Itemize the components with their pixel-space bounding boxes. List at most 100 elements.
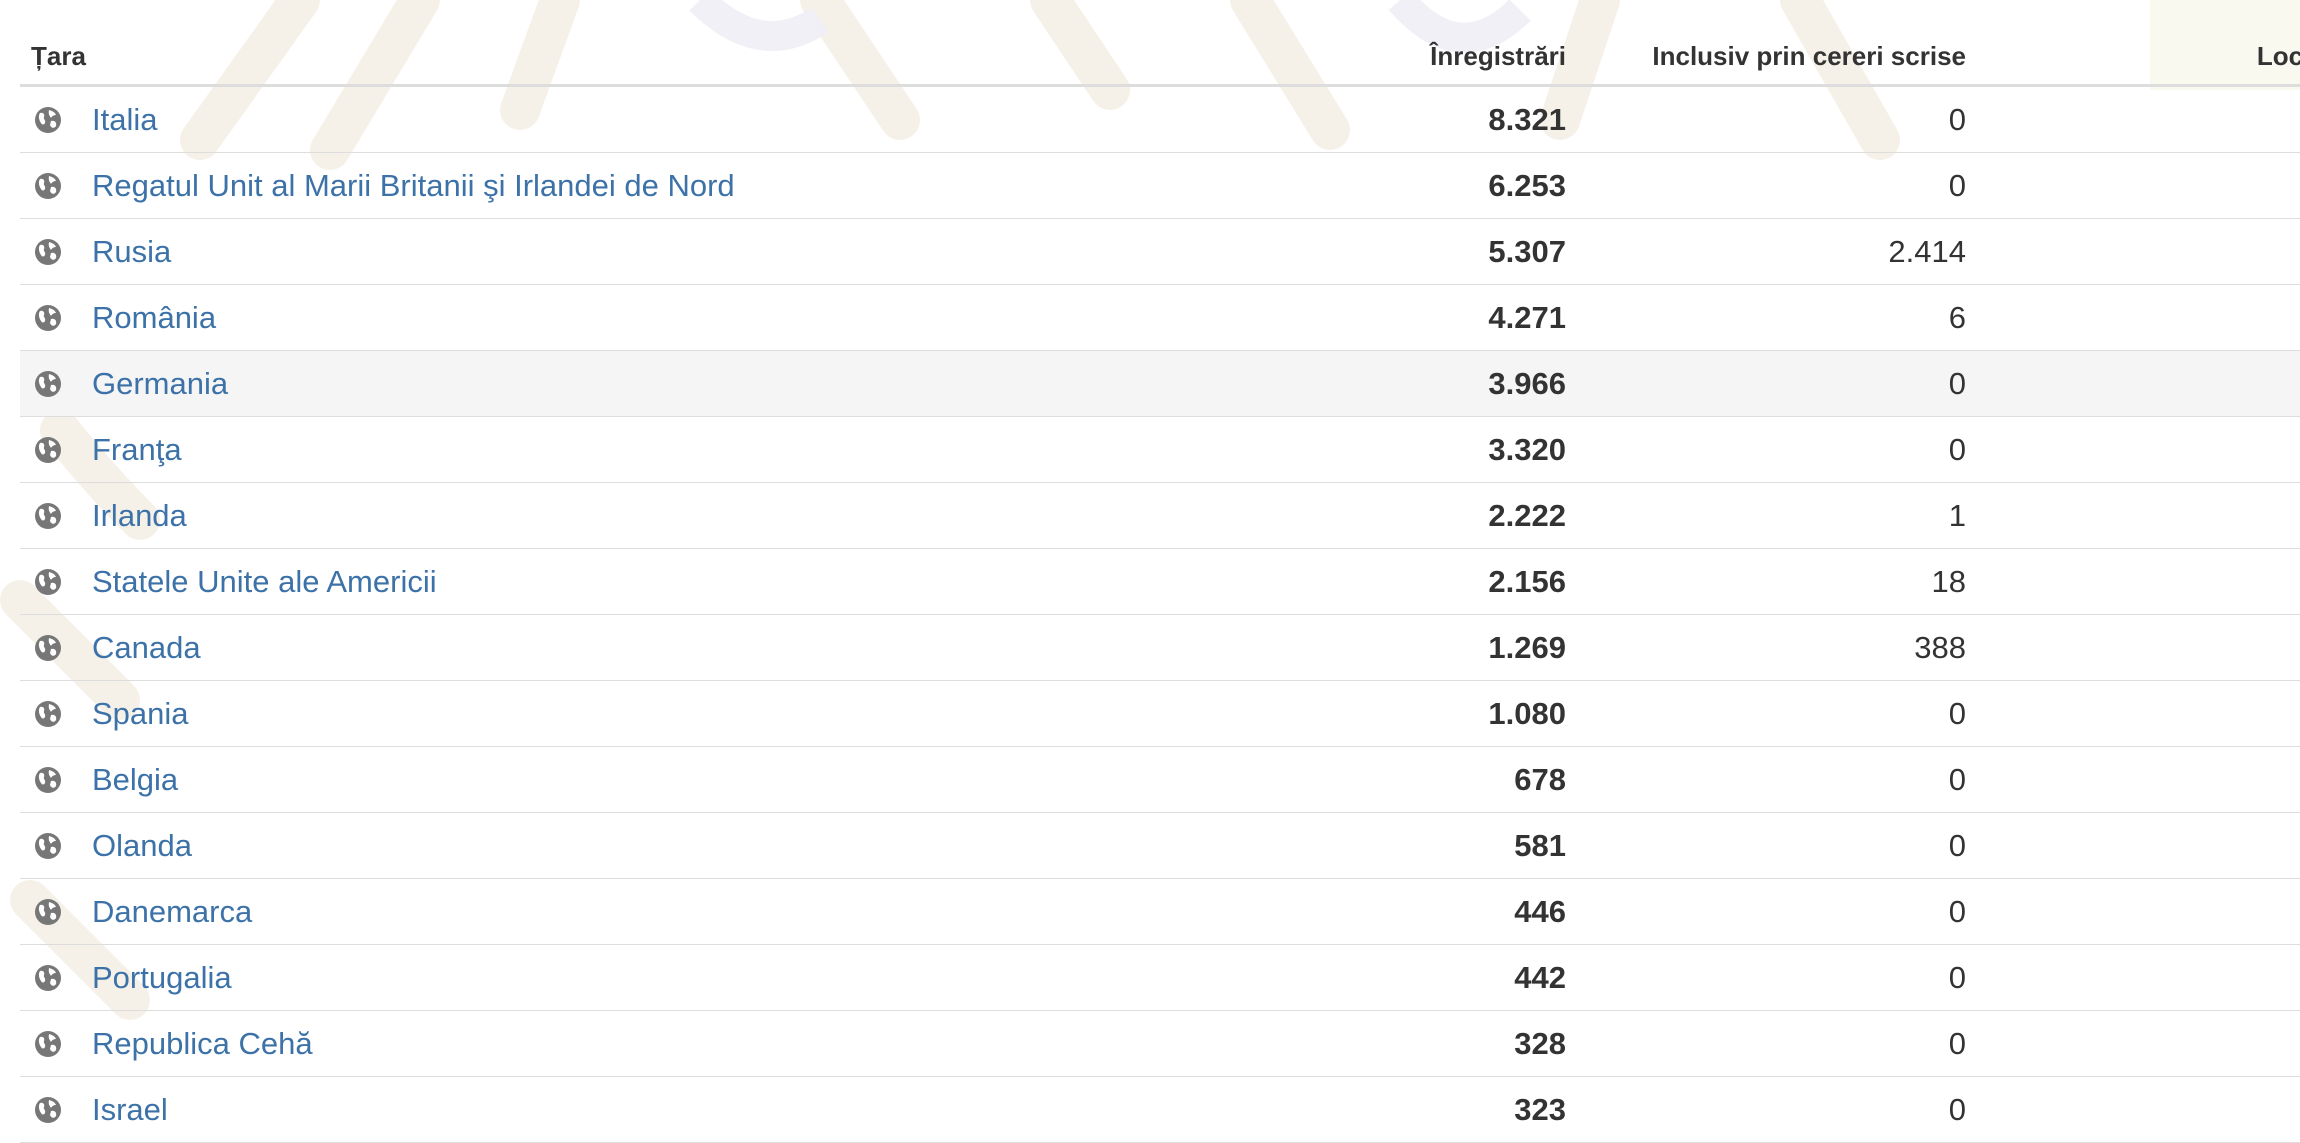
country-link[interactable]: Danemarca bbox=[92, 894, 252, 929]
globe-icon bbox=[34, 568, 62, 596]
globe-icon bbox=[34, 502, 62, 530]
cell-written-requests: 0 bbox=[1576, 944, 1976, 1011]
header-written-requests[interactable]: Inclusiv prin cereri scrise bbox=[1576, 28, 1976, 87]
cell-written-requests: 0 bbox=[1576, 416, 1976, 483]
cell-written-requests: 0 bbox=[1576, 812, 1976, 879]
country-link[interactable]: Rusia bbox=[92, 234, 171, 269]
cell-written-requests: 388 bbox=[1576, 614, 1976, 681]
country-link[interactable]: Statele Unite ale Americii bbox=[92, 564, 437, 599]
cell-written-requests: 0 bbox=[1576, 350, 1976, 417]
table-row: Italia 8.3210592 bbox=[20, 85, 2300, 153]
header-row: Țara Înregistrări Inclusiv prin cereri s… bbox=[20, 28, 2300, 87]
cell-registrations: 442 bbox=[1286, 944, 1576, 1011]
country-link[interactable]: Canada bbox=[92, 630, 201, 665]
cell-written-requests: 18 bbox=[1576, 548, 1976, 615]
cell-localities: 54 bbox=[1976, 482, 2300, 549]
globe-icon bbox=[34, 964, 62, 992]
cell-written-requests: 0 bbox=[1576, 1010, 1976, 1077]
cell-country: Israel bbox=[20, 1076, 1286, 1143]
cell-registrations: 6.253 bbox=[1286, 152, 1576, 219]
table-row: Danemarca 446025 bbox=[20, 878, 2300, 945]
cell-registrations: 581 bbox=[1286, 812, 1576, 879]
table-row: Irlanda 2.222154 bbox=[20, 482, 2300, 549]
cell-written-requests: 1 bbox=[1576, 482, 1976, 549]
globe-icon bbox=[34, 832, 62, 860]
country-link[interactable]: Portugalia bbox=[92, 960, 232, 995]
table-row: Regatul Unit al Marii Britanii şi Irland… bbox=[20, 152, 2300, 219]
table-row: Rusia 5.3072.41483 bbox=[20, 218, 2300, 285]
globe-icon bbox=[34, 898, 62, 926]
table-row: România4.271666 bbox=[20, 284, 2300, 351]
cell-written-requests: 0 bbox=[1576, 85, 1976, 153]
globe-icon bbox=[34, 1030, 62, 1058]
country-link[interactable]: Israel bbox=[92, 1092, 168, 1127]
table-row: Franţa 3.3200272 bbox=[20, 416, 2300, 483]
cell-localities: 25 bbox=[1976, 878, 2300, 945]
cell-written-requests: 2.414 bbox=[1576, 218, 1976, 285]
cell-localities: 66 bbox=[1976, 284, 2300, 351]
cell-country: Germania bbox=[20, 350, 1286, 417]
globe-icon bbox=[34, 634, 62, 662]
globe-icon bbox=[34, 370, 62, 398]
cell-localities: 83 bbox=[1976, 218, 2300, 285]
globe-icon bbox=[34, 304, 62, 332]
cell-country: Irlanda bbox=[20, 482, 1286, 549]
cell-country: Regatul Unit al Marii Britanii şi Irland… bbox=[20, 152, 1286, 219]
cell-registrations: 2.156 bbox=[1286, 548, 1576, 615]
cell-localities: 53 bbox=[1976, 746, 2300, 813]
table-row: Portugalia 442048 bbox=[20, 944, 2300, 1011]
cell-localities: 217 bbox=[1976, 152, 2300, 219]
cell-registrations: 4.271 bbox=[1286, 284, 1576, 351]
cell-country: Danemarca bbox=[20, 878, 1286, 945]
cell-registrations: 1.080 bbox=[1286, 680, 1576, 747]
header-registrations[interactable]: Înregistrări bbox=[1286, 28, 1576, 87]
country-link[interactable]: Franţa bbox=[92, 432, 182, 467]
cell-country: Spania bbox=[20, 680, 1286, 747]
country-link[interactable]: Belgia bbox=[92, 762, 178, 797]
cell-registrations: 3.320 bbox=[1286, 416, 1576, 483]
cell-registrations: 8.321 bbox=[1286, 85, 1576, 153]
cell-registrations: 328 bbox=[1286, 1010, 1576, 1077]
countries-table-container: Țara Înregistrări Inclusiv prin cereri s… bbox=[20, 28, 2300, 1143]
table-row: Olanda 581047 bbox=[20, 812, 2300, 879]
header-country[interactable]: Țara bbox=[20, 28, 1286, 87]
cell-localities: 467 bbox=[1976, 350, 2300, 417]
country-link[interactable]: Italia bbox=[92, 102, 157, 137]
cell-localities: 47 bbox=[1976, 812, 2300, 879]
globe-icon bbox=[34, 238, 62, 266]
country-link[interactable]: Republica Cehă bbox=[92, 1026, 313, 1061]
cell-localities: 592 bbox=[1976, 85, 2300, 153]
table-body: Italia8.3210592Regatul Unit al Marii Bri… bbox=[20, 85, 2300, 1143]
cell-localities: 34 bbox=[1976, 614, 2300, 681]
countries-table: Țara Înregistrări Inclusiv prin cereri s… bbox=[20, 28, 2300, 1143]
table-row: Republica Cehă 328026 bbox=[20, 1010, 2300, 1077]
cell-country: România bbox=[20, 284, 1286, 351]
country-link[interactable]: România bbox=[92, 300, 216, 335]
cell-written-requests: 0 bbox=[1576, 878, 1976, 945]
cell-written-requests: 0 bbox=[1576, 746, 1976, 813]
header-localities[interactable]: Localități bbox=[1976, 28, 2300, 87]
cell-registrations: 2.222 bbox=[1286, 482, 1576, 549]
table-row: Belgia 678053 bbox=[20, 746, 2300, 813]
country-link[interactable]: Olanda bbox=[92, 828, 192, 863]
table-header: Țara Înregistrări Inclusiv prin cereri s… bbox=[20, 28, 2300, 87]
cell-country: Canada bbox=[20, 614, 1286, 681]
cell-country: Statele Unite ale Americii bbox=[20, 548, 1286, 615]
cell-country: Franţa bbox=[20, 416, 1286, 483]
cell-country: Rusia bbox=[20, 218, 1286, 285]
country-link[interactable]: Spania bbox=[92, 696, 189, 731]
cell-localities: 107 bbox=[1976, 680, 2300, 747]
globe-icon bbox=[34, 766, 62, 794]
country-link[interactable]: Regatul Unit al Marii Britanii şi Irland… bbox=[92, 168, 735, 203]
cell-registrations: 323 bbox=[1286, 1076, 1576, 1143]
country-link[interactable]: Germania bbox=[92, 366, 228, 401]
cell-country: Italia bbox=[20, 85, 1286, 153]
cell-localities: 26 bbox=[1976, 1010, 2300, 1077]
globe-icon bbox=[34, 436, 62, 464]
cell-registrations: 678 bbox=[1286, 746, 1576, 813]
globe-icon bbox=[34, 1096, 62, 1124]
cell-written-requests: 0 bbox=[1576, 680, 1976, 747]
cell-written-requests: 0 bbox=[1576, 1076, 1976, 1143]
cell-country: Portugalia bbox=[20, 944, 1286, 1011]
country-link[interactable]: Irlanda bbox=[92, 498, 187, 533]
